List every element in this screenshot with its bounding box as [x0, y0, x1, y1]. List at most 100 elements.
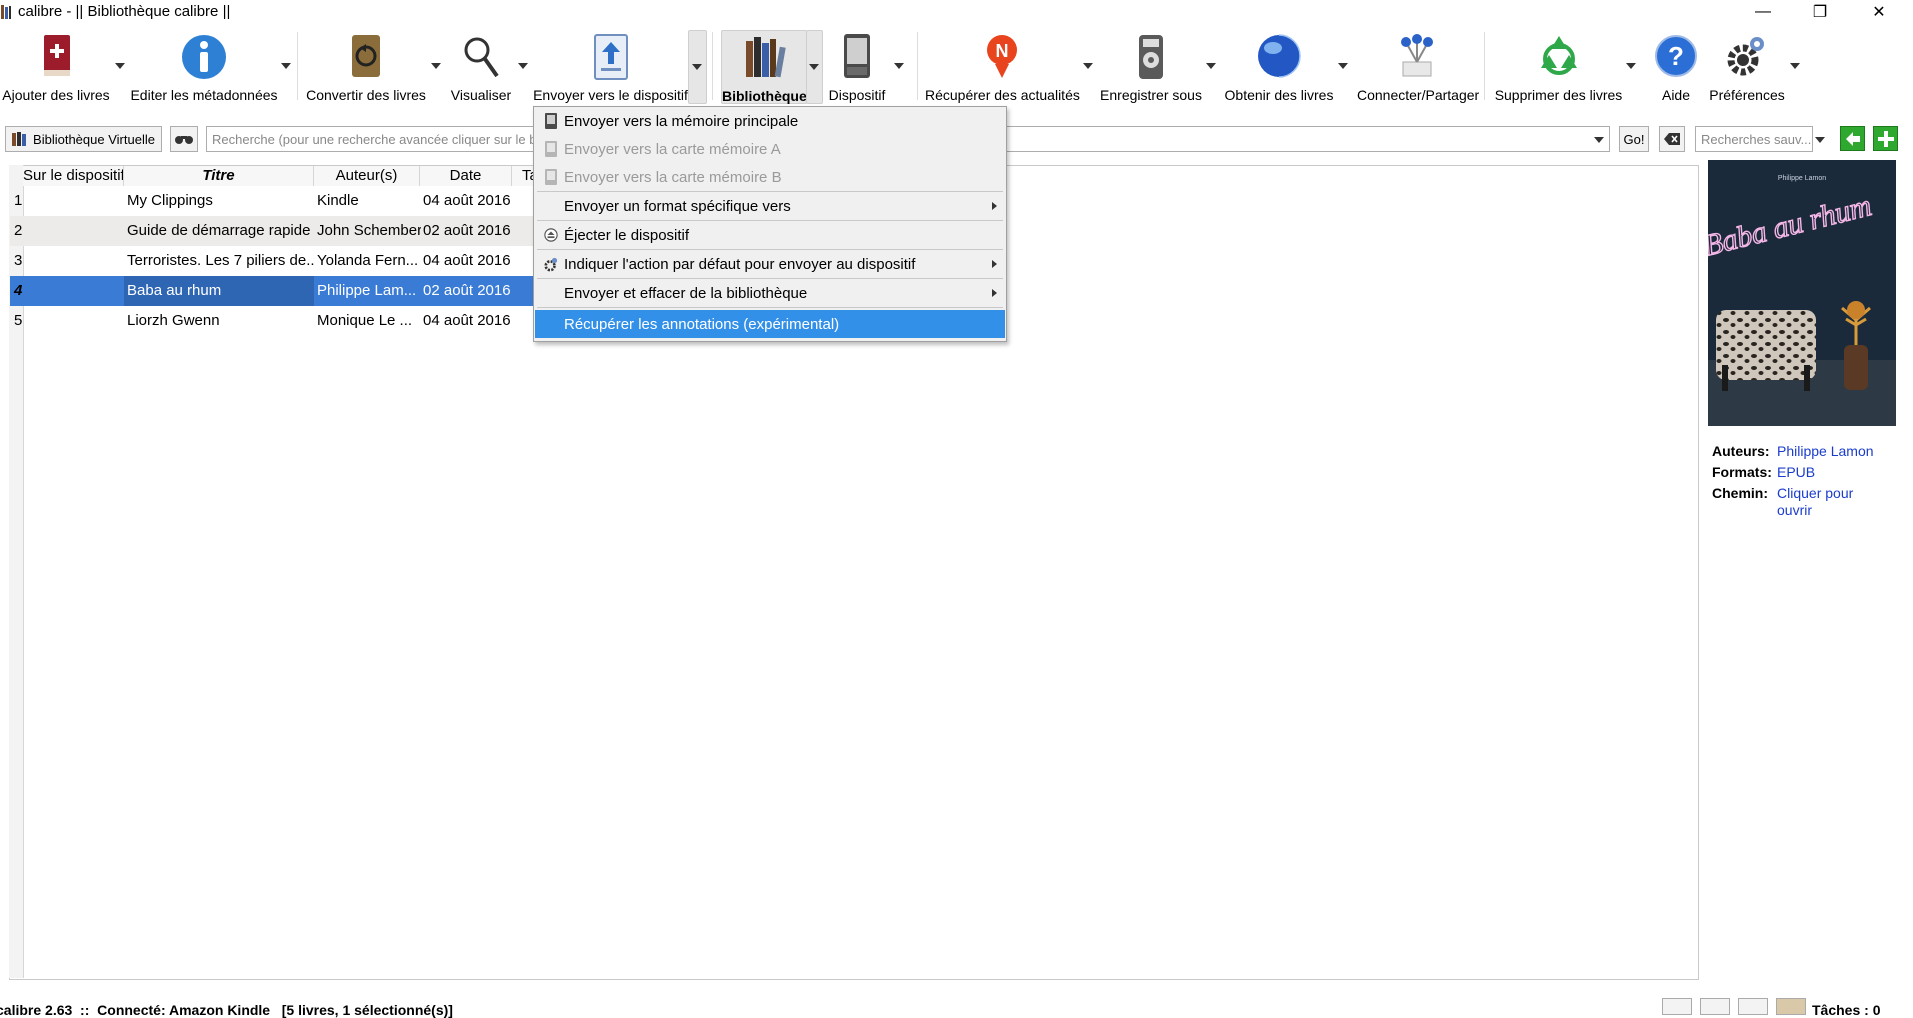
library-dropdown[interactable] — [806, 30, 823, 104]
menu-item-send-specific-format[interactable]: Envoyer un format spécifique vers — [535, 193, 1005, 219]
menu-item-eject-device[interactable]: Éjecter le dispositif — [535, 222, 1005, 248]
go-button[interactable]: Go! — [1619, 126, 1649, 152]
chevron-down-icon[interactable] — [518, 63, 528, 69]
clear-search-button[interactable] — [1659, 126, 1685, 152]
binoculars-button[interactable] — [170, 126, 198, 152]
convert-icon — [352, 35, 380, 77]
preferences-button[interactable]: Préférences — [1706, 26, 1788, 106]
column-header-date[interactable]: Date — [420, 166, 512, 186]
send-to-device-dropdown[interactable] — [688, 30, 707, 104]
book-details-icon[interactable] — [1700, 998, 1730, 1015]
fetch-news-button[interactable]: N Récupérer des actualités — [925, 26, 1080, 106]
toolbar-separator — [297, 32, 298, 100]
table-row[interactable]: 3 Terroristes. Les 7 piliers de... Yolan… — [10, 246, 533, 276]
grid-view-icon[interactable] — [1738, 998, 1768, 1015]
edit-icon[interactable] — [1662, 998, 1692, 1015]
submenu-arrow-icon — [992, 289, 997, 297]
menu-separator — [537, 307, 1003, 308]
book-title: Terroristes. Les 7 piliers de... — [127, 252, 315, 269]
device-icon — [844, 34, 870, 78]
send-to-device-button[interactable]: Envoyer vers le dispositif — [533, 26, 688, 106]
menu-item-send-main-memory[interactable]: Envoyer vers la mémoire principale — [535, 108, 1005, 134]
table-row[interactable]: 5 Liorzh Gwenn Monique Le ... 04 août 20… — [10, 306, 533, 336]
menu-separator — [537, 220, 1003, 221]
send-to-device-icon — [593, 34, 628, 80]
gear-icon — [544, 257, 558, 272]
menu-separator — [537, 278, 1003, 279]
menu-item-default-send-action[interactable]: Indiquer l'action par défaut pour envoye… — [535, 251, 1005, 277]
library-icon — [746, 37, 786, 78]
book-title: My Clippings — [127, 192, 213, 209]
device-button[interactable]: Dispositif — [822, 26, 892, 106]
arrow-left-icon — [1845, 131, 1860, 146]
chevron-down-icon[interactable] — [894, 63, 904, 69]
path-link[interactable]: Cliquer pour ouvrir — [1777, 485, 1867, 519]
magnifier-icon — [464, 37, 499, 78]
chevron-down-icon[interactable] — [1083, 63, 1093, 69]
book-author: John Schember — [317, 222, 421, 239]
title-bar: calibre - || Bibliothèque calibre || — ❐… — [0, 0, 1913, 26]
chevron-down-icon[interactable] — [1790, 63, 1800, 69]
table-row[interactable]: 2 Guide de démarrage rapide John Schembe… — [10, 216, 533, 246]
format-link[interactable]: EPUB — [1777, 464, 1815, 480]
menu-item-send-and-delete[interactable]: Envoyer et effacer de la bibliothèque — [535, 280, 1005, 306]
authors-link[interactable]: Philippe Lamon — [1777, 443, 1874, 459]
table-row-selected[interactable]: 4 Baba au rhum Philippe Lam... 02 août 2… — [10, 276, 533, 306]
svg-text:?: ? — [1668, 41, 1684, 71]
column-header-tags[interactable]: Ta — [512, 166, 533, 186]
book-author: Monique Le ... — [317, 312, 413, 329]
table-row[interactable]: 1 My Clippings Kindle 04 août 2016 — [10, 186, 533, 216]
add-books-button[interactable]: Ajouter des livres — [0, 26, 112, 106]
column-header-title[interactable]: Titre — [124, 166, 314, 186]
restore-button[interactable]: ❐ — [1797, 0, 1843, 24]
save-to-disk-button[interactable]: Enregistrer sous — [1097, 26, 1205, 106]
svg-text:N: N — [995, 41, 1008, 61]
path-row: Chemin: — [1712, 485, 1768, 501]
eject-icon — [544, 228, 558, 242]
connect-share-button[interactable]: Connecter/Partager — [1357, 26, 1479, 106]
book-date: 04 août 2016 — [423, 252, 511, 269]
get-books-button[interactable]: Obtenir des livres — [1224, 26, 1334, 106]
remove-books-button[interactable]: Supprimer des livres — [1492, 26, 1625, 106]
close-button[interactable]: ✕ — [1856, 0, 1902, 24]
chevron-down-icon[interactable] — [115, 63, 125, 69]
chevron-down-icon[interactable] — [281, 63, 291, 69]
view-button[interactable]: Visualiser — [445, 26, 517, 106]
saved-searches-select[interactable]: Recherches sauv... — [1695, 126, 1813, 152]
menu-item-send-card-b[interactable]: Envoyer vers la carte mémoire B — [535, 164, 1005, 190]
book-date: 04 août 2016 — [423, 312, 511, 329]
toolbar-separator — [1484, 32, 1485, 100]
library-button[interactable]: Bibliothèque — [721, 30, 807, 104]
status-text: calibre 2.63 :: Connecté: Amazon Kindle … — [0, 1002, 453, 1018]
copy-search-button[interactable] — [1840, 126, 1865, 151]
help-icon: ? — [1655, 35, 1697, 77]
book-date: 04 août 2016 — [423, 192, 511, 209]
menu-separator — [537, 191, 1003, 192]
column-header-on-device[interactable]: Sur le dispositif — [23, 166, 124, 186]
virtual-library-button[interactable]: Bibliothèque Virtuelle — [5, 126, 162, 152]
jobs-count[interactable]: Tâches : 0 — [1812, 1002, 1880, 1018]
help-button[interactable]: ? Aide — [1646, 26, 1706, 106]
library-icon — [12, 132, 27, 146]
chevron-down-icon[interactable] — [431, 63, 441, 69]
chevron-down-icon[interactable] — [1815, 137, 1825, 143]
submenu-arrow-icon — [992, 260, 997, 268]
minimize-button[interactable]: — — [1740, 0, 1786, 24]
chevron-down-icon[interactable] — [1594, 137, 1604, 143]
menu-separator — [537, 249, 1003, 250]
book-date: 02 août 2016 — [423, 222, 511, 239]
chevron-down-icon[interactable] — [1206, 63, 1216, 69]
convert-books-button[interactable]: Convertir des livres — [305, 26, 427, 106]
book-cover: Philippe Lamon Baba au rhum — [1708, 160, 1896, 426]
menu-item-send-card-a[interactable]: Envoyer vers la carte mémoire A — [535, 136, 1005, 162]
cover-browser-icon[interactable] — [1776, 998, 1806, 1015]
main-toolbar: Ajouter des livres Editer les métadonnée… — [0, 26, 1913, 106]
menu-item-fetch-annotations[interactable]: Récupérer les annotations (expérimental) — [535, 310, 1005, 338]
save-search-button[interactable] — [1873, 126, 1898, 151]
info-icon — [182, 35, 226, 79]
chevron-down-icon[interactable] — [1626, 63, 1636, 69]
edit-metadata-button[interactable]: Editer les métadonnées — [130, 26, 278, 106]
chevron-down-icon[interactable] — [1338, 63, 1348, 69]
column-header-authors[interactable]: Auteur(s) — [314, 166, 420, 186]
connect-share-icon — [1401, 34, 1433, 77]
